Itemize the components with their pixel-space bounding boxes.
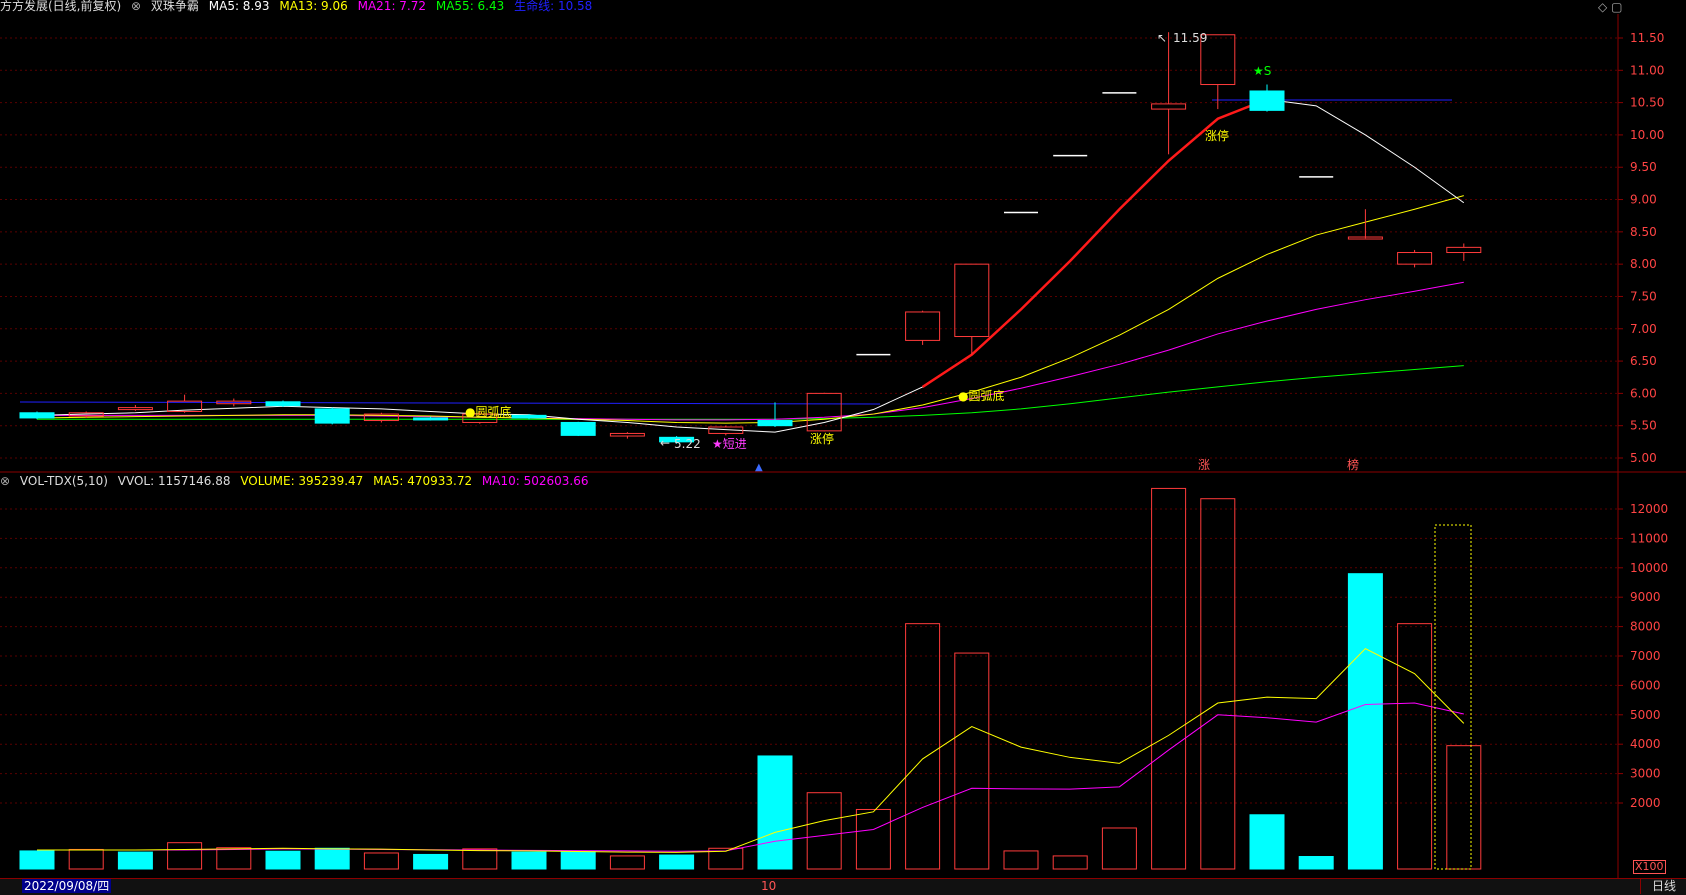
candle-body xyxy=(1446,246,1482,254)
volume-bar xyxy=(1446,745,1482,870)
short-entry-label: ★短进 xyxy=(712,437,747,451)
price-tick-label: 7.50 xyxy=(1630,289,1657,303)
candle-body xyxy=(609,432,645,437)
candle-body xyxy=(265,401,301,407)
volume-bar xyxy=(413,853,449,870)
price-grid xyxy=(0,37,1618,459)
price-tick-label: 8.00 xyxy=(1630,257,1657,271)
volume-bar xyxy=(659,854,695,870)
volume-unit-label: X100 xyxy=(1633,860,1666,874)
volume-bar xyxy=(1347,573,1383,870)
round-bottom-label-2: ●圆弧底 xyxy=(958,388,1004,403)
cursor-marker-icon: ▲ xyxy=(755,462,763,473)
price-tick-label: 9.50 xyxy=(1630,160,1657,174)
candle-body xyxy=(1151,103,1187,110)
price-tick-label: 10.00 xyxy=(1630,128,1664,142)
volume-bar xyxy=(1003,850,1039,870)
candle-body xyxy=(19,412,55,419)
period-button[interactable]: 日线 xyxy=(1640,878,1686,894)
volume-tick-label: 5000 xyxy=(1630,708,1661,722)
volume-tick-label: 6000 xyxy=(1630,678,1661,692)
ma21-line xyxy=(37,281,1464,421)
candle-body xyxy=(1397,252,1433,265)
volume-bar xyxy=(1052,855,1088,870)
price-tick-label: 7.00 xyxy=(1630,322,1657,336)
ma13-line xyxy=(36,195,1464,424)
volume-bar xyxy=(1200,498,1236,870)
volume-bar xyxy=(363,852,399,870)
price-tick-label: 8.50 xyxy=(1630,225,1657,239)
volume-tick-label: 11000 xyxy=(1630,531,1668,545)
ma-lines xyxy=(36,98,1465,433)
round-bottom-label-1: ●圆弧底 xyxy=(465,404,511,419)
high-value: 11.59 xyxy=(1173,31,1207,45)
volume-tick-label: 10000 xyxy=(1630,561,1668,575)
volume-tick-label: 2000 xyxy=(1630,796,1661,810)
date-label: 2022/09/08/四 xyxy=(22,879,112,893)
volume-bar xyxy=(167,842,203,870)
volume-bars xyxy=(19,487,1482,870)
price-tick-label: 9.00 xyxy=(1630,193,1657,207)
price-tick-label: 5.50 xyxy=(1630,419,1657,433)
volume-bar xyxy=(117,851,153,870)
volume-bar xyxy=(1298,856,1334,870)
ma55-line xyxy=(37,365,1464,420)
low-arrow: ← xyxy=(660,436,670,450)
volume-bar xyxy=(216,847,252,870)
candle-body xyxy=(1249,90,1285,111)
volume-bar xyxy=(560,850,596,870)
volume-bar xyxy=(609,855,645,870)
zhang-marker: 涨 xyxy=(1198,457,1210,472)
volume-tick-label: 4000 xyxy=(1630,737,1661,751)
time-axis-mark: 10 xyxy=(761,879,777,893)
price-tick-label: 6.50 xyxy=(1630,354,1657,368)
candle-body xyxy=(314,408,350,424)
volume-tick-label: 3000 xyxy=(1630,767,1661,781)
candle-body xyxy=(511,414,547,419)
volume-bar xyxy=(314,847,350,870)
price-tick-label: 10.50 xyxy=(1630,96,1664,110)
volume-bar xyxy=(1151,487,1187,870)
candle-body xyxy=(757,420,793,427)
price-tick-label: 6.00 xyxy=(1630,386,1657,400)
volume-tick-label: 7000 xyxy=(1630,649,1661,663)
volume-bar xyxy=(757,755,793,870)
price-tick-label: 5.00 xyxy=(1630,451,1657,465)
volume-bar xyxy=(1101,827,1137,870)
volume-forecast-box xyxy=(1434,524,1472,870)
candle-body xyxy=(954,263,990,338)
volume-bar xyxy=(68,848,104,870)
time-axis-bar xyxy=(0,878,1686,895)
high-label: ↖ xyxy=(1157,31,1167,45)
volume-bar xyxy=(462,848,498,870)
candle-body xyxy=(905,311,941,341)
volume-bar xyxy=(1249,814,1285,870)
volume-axis-labels: 12000 11000 10000 9000 8000 7000 6000 5000 4000 3… xyxy=(1618,502,1668,810)
kline-chart[interactable]: 11.50 11.00 10.50 10.00 9.50 9.00 8.50 8.00 7.50… xyxy=(0,0,1686,894)
bang-marker: 榜 xyxy=(1347,457,1359,472)
candle-body xyxy=(413,417,449,421)
price-tick-label: 11.50 xyxy=(1630,31,1664,45)
limit-up-label-1: 涨停 xyxy=(810,431,834,446)
candle-body xyxy=(560,421,596,436)
volume-bar xyxy=(265,850,301,870)
volume-bar xyxy=(511,851,547,870)
candle-body xyxy=(117,407,153,411)
volume-tick-label: 9000 xyxy=(1630,590,1661,604)
volume-bar xyxy=(905,623,941,870)
volume-bar xyxy=(855,808,891,870)
volume-tick-label: 12000 xyxy=(1630,502,1668,516)
volume-tick-label: 8000 xyxy=(1630,620,1661,634)
low-value: 5.22 xyxy=(674,437,701,451)
volume-bar xyxy=(1397,623,1433,870)
ma5-line xyxy=(36,98,1465,433)
limit-up-label-2: 涨停 xyxy=(1205,128,1229,143)
volume-bar xyxy=(19,850,55,870)
price-tick-label: 11.00 xyxy=(1630,63,1664,77)
baseline-line-left xyxy=(19,401,881,405)
volume-bar xyxy=(806,792,842,870)
signal-s-label: ★S xyxy=(1253,64,1271,78)
price-axis-labels: 11.50 11.00 10.50 10.00 9.50 9.00 8.50 8.00 7.50… xyxy=(1618,31,1664,465)
